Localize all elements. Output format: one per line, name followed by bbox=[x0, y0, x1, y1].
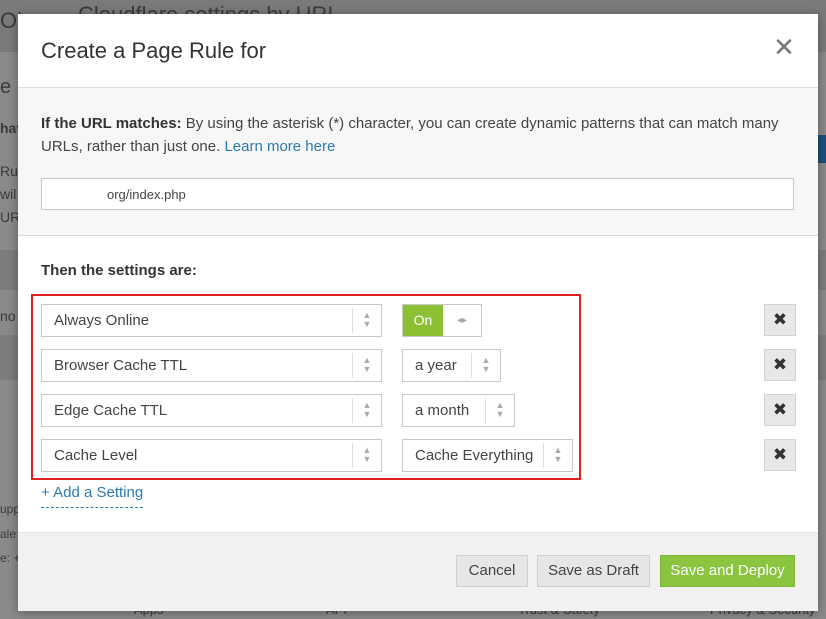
select-arrows-icon: ▲ ▼ bbox=[352, 398, 381, 423]
background-text: no bbox=[0, 308, 16, 324]
delete-setting-button[interactable]: ✖ bbox=[764, 439, 796, 471]
url-match-section: If the URL matches: By using the asteris… bbox=[18, 88, 818, 236]
select-arrows-icon: ▲ ▼ bbox=[352, 353, 381, 378]
background-text: e bbox=[0, 76, 12, 98]
url-match-label: If the URL matches: bbox=[41, 115, 182, 132]
modal-title: Create a Page Rule for bbox=[41, 38, 267, 63]
background-blue-button bbox=[818, 135, 826, 163]
delete-setting-button[interactable]: ✖ bbox=[764, 304, 796, 336]
edge-cache-ttl-value-select[interactable]: a month ▲ ▼ bbox=[402, 394, 515, 427]
setting-select-browser-cache-ttl[interactable]: Browser Cache TTL ▲ ▼ bbox=[41, 349, 382, 382]
url-match-description: If the URL matches: By using the asteris… bbox=[41, 112, 786, 158]
background-text: ale bbox=[0, 527, 17, 541]
select-arrows-icon: ▲ ▼ bbox=[352, 308, 381, 333]
setting-select-always-online[interactable]: Always Online ▲ ▼ bbox=[41, 304, 382, 337]
cancel-button[interactable]: Cancel bbox=[456, 555, 528, 587]
value-select-label: a year bbox=[415, 357, 457, 374]
close-icon[interactable]: ✕ bbox=[772, 34, 796, 60]
learn-more-link[interactable]: Learn more here bbox=[224, 138, 335, 155]
setting-select-label: Edge Cache TTL bbox=[54, 402, 168, 419]
toggle-handle-icon: ◂▸ bbox=[456, 315, 468, 326]
modal-footer: Cancel Save as Draft Save and Deploy bbox=[18, 532, 818, 611]
save-and-deploy-button[interactable]: Save and Deploy bbox=[660, 555, 795, 587]
delete-setting-button[interactable]: ✖ bbox=[764, 394, 796, 426]
setting-select-cache-level[interactable]: Cache Level ▲ ▼ bbox=[41, 439, 382, 472]
value-select-label: a month bbox=[415, 402, 470, 419]
select-arrows-icon: ▲ ▼ bbox=[471, 353, 500, 378]
page-rule-modal: Create a Page Rule for ✕ If the URL matc… bbox=[18, 14, 818, 611]
save-draft-button[interactable]: Save as Draft bbox=[537, 555, 650, 587]
url-pattern-input[interactable]: org/index.php bbox=[41, 178, 794, 210]
setting-select-label: Cache Level bbox=[54, 447, 138, 464]
add-setting-link[interactable]: + Add a Setting bbox=[41, 484, 144, 508]
setting-select-label: Always Online bbox=[54, 312, 150, 329]
background-text: wil bbox=[0, 186, 17, 202]
cache-level-value-select[interactable]: Cache Everything ▲ ▼ bbox=[402, 439, 573, 472]
setting-select-edge-cache-ttl[interactable]: Edge Cache TTL ▲ ▼ bbox=[41, 394, 382, 427]
select-arrows-icon: ▲ ▼ bbox=[352, 443, 381, 468]
settings-heading: Then the settings are: bbox=[41, 262, 197, 279]
always-online-toggle[interactable]: On ◂▸ bbox=[402, 304, 482, 337]
delete-setting-button[interactable]: ✖ bbox=[764, 349, 796, 381]
select-arrows-icon: ▲ ▼ bbox=[485, 398, 514, 423]
browser-cache-ttl-value-select[interactable]: a year ▲ ▼ bbox=[402, 349, 501, 382]
value-select-label: Cache Everything bbox=[415, 447, 534, 464]
toggle-on-state: On bbox=[403, 305, 443, 336]
select-arrows-icon: ▲ ▼ bbox=[543, 443, 572, 468]
setting-select-label: Browser Cache TTL bbox=[54, 357, 188, 374]
modal-header: Create a Page Rule for ✕ bbox=[18, 14, 818, 88]
background-text: Ru bbox=[0, 163, 18, 179]
